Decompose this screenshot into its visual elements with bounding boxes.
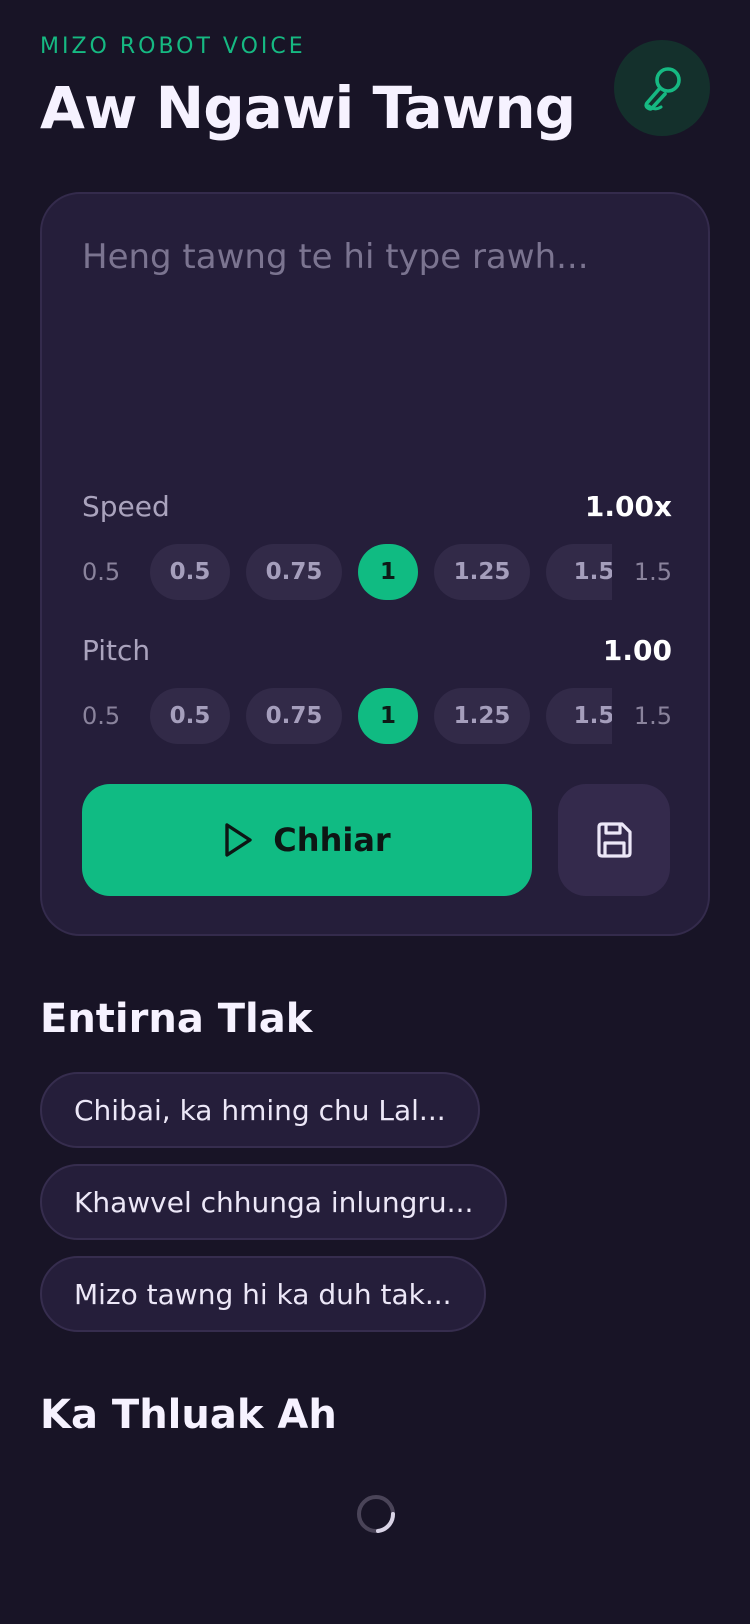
recent-item[interactable]: Khawvel chhunga inlungru... [40,1164,508,1240]
pitch-label: Pitch [82,634,151,667]
pitch-option-0.5[interactable]: 0.5 [150,688,230,744]
pitch-chip-line: 0.5 0.5 0.75 1 1.25 1.5 1.5 [82,688,672,744]
pitch-max-label: 1.5 [633,702,672,730]
app-screen: MIZO ROBOT VOICE Aw Ngawi Tawng Speed 1.… [0,0,750,1624]
pitch-option-1[interactable]: 1 [358,688,418,744]
speed-chip-line: 0.5 0.5 0.75 1 1.25 1.5 1.5 [82,544,672,600]
pitch-options[interactable]: 0.5 0.75 1 1.25 1.5 [150,688,612,744]
text-input[interactable] [82,234,672,434]
speed-max-label: 1.5 [633,558,672,586]
microphone-icon [644,67,681,111]
play-icon [225,823,252,857]
speed-control: Speed 1.00x 0.5 0.5 0.75 1 1.25 1.5 1.5 [82,490,672,600]
speed-label: Speed [82,490,170,523]
recent-item[interactable]: Chibai, ka hming chu Lal... [40,1072,480,1148]
page-title: Aw Ngawi Tawng [40,74,576,142]
play-button[interactable]: Chhiar [82,784,532,896]
speed-option-1.5[interactable]: 1.5 [546,544,612,600]
speed-min-label: 0.5 [82,558,121,586]
pitch-option-1.25[interactable]: 1.25 [434,688,530,744]
speed-options[interactable]: 0.5 0.75 1 1.25 1.5 [150,544,612,600]
speed-option-0.5[interactable]: 0.5 [150,544,230,600]
microphone-button[interactable] [614,40,710,136]
loading-spinner-icon [357,1495,396,1533]
recent-section-title: Entirna Tlak [40,996,313,1042]
speed-option-1.25[interactable]: 1.25 [434,544,530,600]
play-button-label: Chhiar [273,821,391,859]
pitch-control: Pitch 1.00 0.5 0.5 0.75 1 1.25 1.5 1.5 [82,634,672,744]
save-button[interactable] [558,784,670,896]
speed-value: 1.00x [584,490,672,523]
save-icon [597,822,632,858]
app-eyebrow: MIZO ROBOT VOICE [40,34,306,59]
pitch-min-label: 0.5 [82,702,121,730]
speed-option-1[interactable]: 1 [358,544,418,600]
pitch-option-1.5[interactable]: 1.5 [546,688,612,744]
recent-item[interactable]: Mizo tawng hi ka duh tak... [40,1256,486,1332]
pitch-option-0.75[interactable]: 0.75 [246,688,342,744]
speed-option-0.75[interactable]: 0.75 [246,544,342,600]
saved-section-title: Ka Thluak Ah [40,1392,337,1438]
pitch-value: 1.00 [602,634,672,667]
tts-card: Speed 1.00x 0.5 0.5 0.75 1 1.25 1.5 1.5 … [40,192,710,936]
